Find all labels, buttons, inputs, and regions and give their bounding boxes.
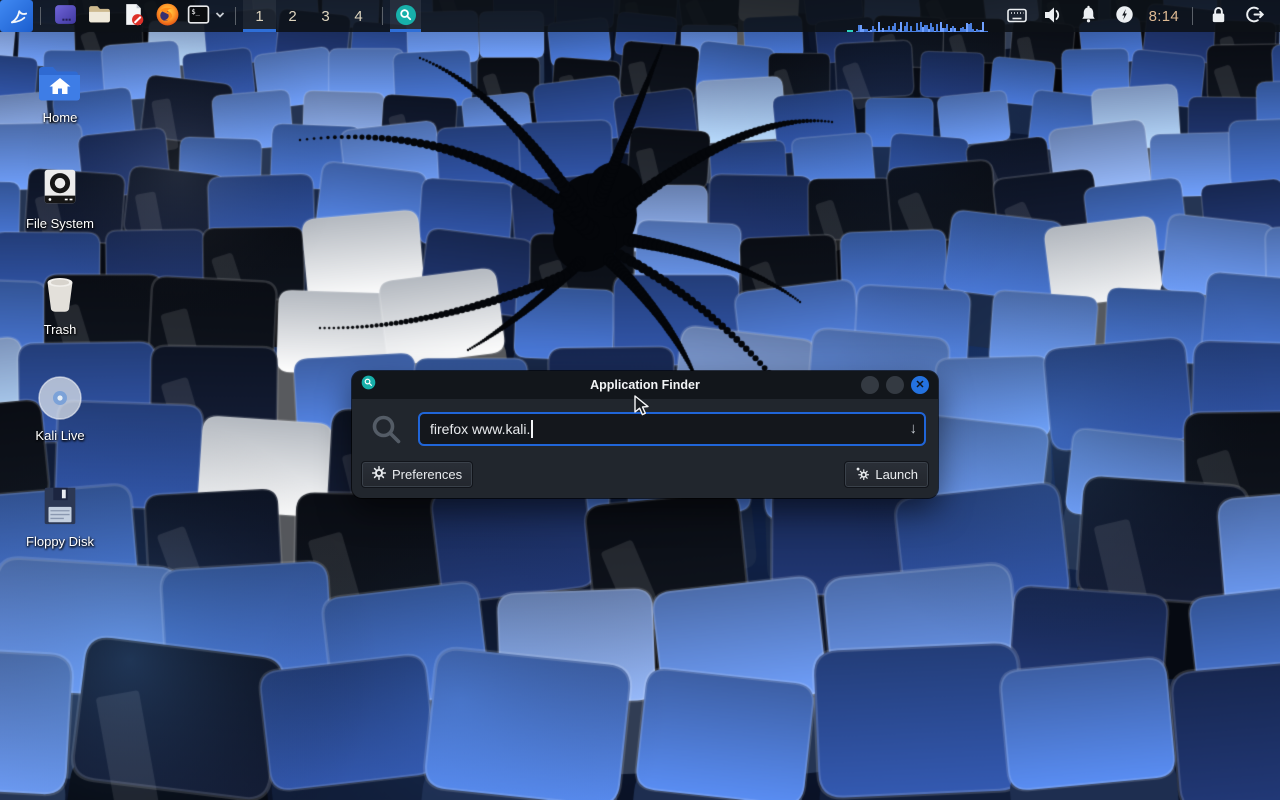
bell-icon: [1078, 4, 1099, 28]
search-icon: [395, 4, 417, 29]
panel-separator: [1192, 7, 1193, 25]
search-input[interactable]: [418, 412, 926, 446]
kali-logo-icon: [6, 4, 28, 29]
terminal-dropdown-button[interactable]: [212, 0, 228, 32]
desktop-icon-label: File System: [12, 216, 108, 231]
logout-icon: [1244, 4, 1265, 28]
preferences-button[interactable]: Preferences: [361, 461, 473, 488]
lock-screen-button[interactable]: [1200, 0, 1236, 32]
maximize-button[interactable]: [886, 376, 904, 394]
text-caret: [531, 420, 533, 438]
chevron-down-icon: [214, 9, 226, 24]
preferences-label: Preferences: [392, 467, 462, 482]
home-folder-icon: [12, 54, 108, 104]
keyboard-tray-button[interactable]: [999, 0, 1035, 32]
desktop-icon-label: Trash: [12, 322, 108, 337]
panel-separator: [40, 7, 41, 25]
desktop-icon-home[interactable]: Home: [12, 54, 108, 125]
trash-icon: [12, 266, 108, 316]
launcher-text-editor[interactable]: [116, 0, 150, 32]
power-battery-icon: [1114, 4, 1135, 28]
dropdown-arrow-icon[interactable]: ↓: [910, 420, 918, 437]
notifications-tray-button[interactable]: [1071, 0, 1107, 32]
desktop-icon-kali-live[interactable]: Kali Live: [12, 372, 108, 443]
folder-icon: [87, 2, 112, 30]
hard-drive-icon: [12, 160, 108, 210]
desktop-icon-trash[interactable]: Trash: [12, 266, 108, 337]
panel-separator: [382, 7, 383, 25]
panel-separator: [235, 7, 236, 25]
workspace-4[interactable]: 4: [342, 0, 375, 32]
large-search-icon: [369, 412, 405, 453]
terminal-icon: $_: [186, 2, 211, 30]
launch-button[interactable]: Launch: [844, 461, 929, 488]
minimize-button[interactable]: [861, 376, 879, 394]
launcher-window-app[interactable]: [48, 0, 82, 32]
text-editor-icon: [121, 2, 146, 30]
firefox-icon: [155, 2, 180, 30]
launcher-file-manager[interactable]: [82, 0, 116, 32]
launcher-terminal[interactable]: $_: [184, 0, 212, 32]
app-finder-toggle-button[interactable]: [390, 0, 421, 32]
logout-button[interactable]: [1236, 0, 1272, 32]
volume-tray-button[interactable]: [1035, 0, 1071, 32]
system-load-graph: [847, 0, 993, 32]
svg-text:$_: $_: [191, 7, 200, 16]
close-button[interactable]: ✕: [911, 376, 929, 394]
system-tray: 8:14: [999, 0, 1280, 32]
volume-icon: [1042, 4, 1064, 29]
application-finder-window: Application Finder ✕ ↓: [352, 371, 938, 498]
kali-menu-button[interactable]: [0, 0, 33, 32]
workspace-3[interactable]: 3: [309, 0, 342, 32]
clock[interactable]: 8:14: [1143, 0, 1185, 32]
launch-label: Launch: [875, 467, 918, 482]
window-app-icon: [53, 2, 78, 30]
workspace-1[interactable]: 1: [243, 0, 276, 32]
workspace-2[interactable]: 2: [276, 0, 309, 32]
lock-icon: [1208, 4, 1229, 28]
launcher-firefox[interactable]: [150, 0, 184, 32]
desktop-icon-file-system[interactable]: File System: [12, 160, 108, 231]
desktop-icon-label: Floppy Disk: [12, 534, 108, 549]
floppy-disk-icon: [12, 478, 108, 528]
top-panel: $_ 1 2 3 4: [0, 0, 1280, 32]
mouse-cursor: [634, 395, 654, 417]
optical-disc-icon: [12, 372, 108, 422]
run-gear-icon: [855, 466, 869, 483]
gear-icon: [372, 466, 386, 483]
desktop-icon-floppy-disk[interactable]: Floppy Disk: [12, 478, 108, 549]
window-title: Application Finder: [352, 378, 938, 392]
desktop-icon-label: Home: [12, 110, 108, 125]
desktop-icon-label: Kali Live: [12, 428, 108, 443]
keyboard-icon: [1006, 4, 1028, 29]
power-manager-tray-button[interactable]: [1107, 0, 1143, 32]
